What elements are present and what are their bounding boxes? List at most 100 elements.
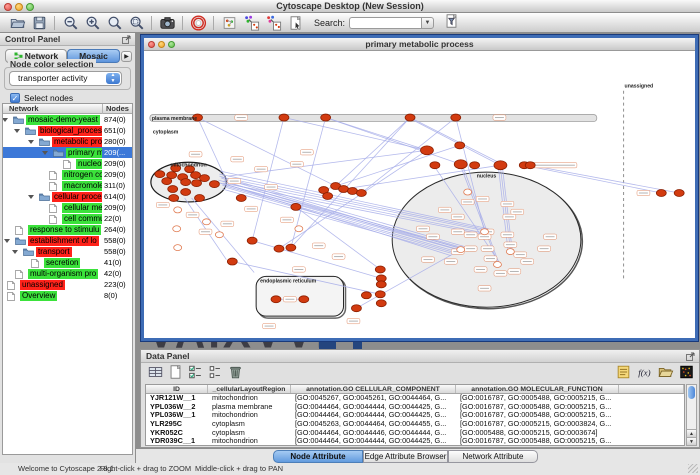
tree-row[interactable]: primary metabolic209(...	[3, 147, 132, 158]
network-node[interactable]	[200, 175, 210, 182]
network-node[interactable]	[279, 114, 289, 121]
network-window-titlebar[interactable]: primary metabolic process	[144, 38, 695, 51]
tree-row[interactable]: metabolic process280(0)	[3, 136, 132, 147]
network-node-open[interactable]	[203, 219, 211, 225]
network-node[interactable]	[169, 195, 179, 202]
annotation-icon[interactable]	[284, 14, 306, 32]
network-node[interactable]	[656, 190, 666, 197]
function-icon[interactable]: f(x)	[636, 364, 653, 380]
network-node[interactable]	[195, 195, 205, 202]
tab-node-attribute-browser[interactable]: Node Attribute Browser	[273, 450, 363, 463]
network-node[interactable]	[192, 180, 202, 187]
network-node[interactable]	[299, 296, 309, 303]
network-node[interactable]	[376, 300, 386, 307]
network-edge[interactable]	[228, 150, 427, 176]
network-edge[interactable]	[410, 118, 500, 164]
snapshot-icon[interactable]	[156, 14, 178, 32]
tree-row[interactable]: macromolecule311(0)	[3, 180, 132, 191]
window-zoom-button[interactable]	[26, 3, 34, 11]
scrollbar-thumb[interactable]	[688, 386, 695, 399]
search-dropdown-arrow[interactable]: ▼	[421, 17, 434, 29]
tree-row[interactable]: multi-organism pro42(0)	[3, 268, 132, 279]
network-node[interactable]	[356, 190, 366, 197]
tree-row[interactable]: cellular process614(0)	[3, 191, 132, 202]
network-node[interactable]	[348, 188, 358, 195]
network-node[interactable]	[323, 193, 333, 200]
scroll-down-button[interactable]: ▼	[687, 437, 696, 445]
checklist-icon[interactable]	[187, 364, 204, 380]
network-node[interactable]	[674, 190, 684, 197]
zoom-out-icon[interactable]	[59, 14, 81, 32]
column-header[interactable]: annotation.GO MOLECULAR_FUNCTION	[456, 385, 619, 393]
column-header[interactable]: _cellularLayoutRegion	[208, 385, 291, 393]
layout-red-icon[interactable]	[262, 14, 284, 32]
network-node-open[interactable]	[295, 226, 303, 232]
network-node[interactable]	[291, 203, 301, 210]
network-node[interactable]	[420, 146, 433, 155]
tree-header[interactable]: Network Nodes	[3, 104, 132, 114]
network-node[interactable]	[494, 161, 507, 170]
network-node[interactable]	[525, 162, 535, 169]
tree-row[interactable]: transport558(0)	[3, 246, 132, 257]
network-node[interactable]	[321, 114, 331, 121]
network-node[interactable]	[236, 195, 246, 202]
matrix-icon[interactable]	[678, 364, 695, 380]
tree-row[interactable]: secretion41(0)	[3, 257, 132, 268]
select-nodes-checkbox[interactable]: ✓	[10, 93, 20, 103]
expander-icon[interactable]	[2, 118, 8, 122]
network-node[interactable]	[209, 181, 219, 188]
region-plasma-membrane[interactable]	[150, 115, 597, 122]
layout-blue-icon[interactable]	[240, 14, 262, 32]
tree-row[interactable]: response to stimulu264(0)	[3, 224, 132, 235]
tree-row[interactable]: nucleobase-c209(0)	[3, 158, 132, 169]
expander-icon[interactable]	[14, 129, 20, 133]
network-node-open[interactable]	[481, 229, 489, 235]
network-node[interactable]	[286, 244, 296, 251]
open-folder-icon[interactable]	[6, 14, 28, 32]
checklist-small-icon[interactable]	[207, 364, 224, 380]
network-node-open[interactable]	[506, 249, 514, 255]
notes-icon[interactable]	[615, 364, 632, 380]
table-row[interactable]: YPL036W__1mitochondrion[GO:0044464, GO:0…	[146, 411, 684, 420]
network-node[interactable]	[274, 245, 284, 252]
new-page-icon[interactable]	[167, 364, 184, 380]
network-edge[interactable]	[408, 118, 496, 164]
trash-icon[interactable]	[227, 364, 244, 380]
network-node[interactable]	[405, 114, 415, 121]
network-node[interactable]	[162, 178, 172, 185]
network-node[interactable]	[455, 142, 465, 149]
save-icon[interactable]	[28, 14, 50, 32]
network-node[interactable]	[181, 179, 191, 186]
zoom-in-icon[interactable]	[81, 14, 103, 32]
table-row[interactable]: YDR039C__1mitochondrion[GO:0044464, GO:0…	[146, 437, 684, 446]
zoom-selected-icon[interactable]	[125, 14, 147, 32]
network-window-close-button[interactable]	[148, 41, 155, 48]
resize-grip[interactable]	[688, 464, 698, 473]
table-row[interactable]: YPL036W__2plasma membrane[GO:0044464, GO…	[146, 403, 684, 412]
folder-open-icon[interactable]	[657, 364, 674, 380]
network-node[interactable]	[454, 160, 467, 169]
help-icon[interactable]	[187, 14, 209, 32]
network-node[interactable]	[375, 291, 385, 298]
network-node[interactable]	[361, 292, 371, 299]
network-edge[interactable]	[185, 198, 227, 260]
network-edge[interactable]	[336, 118, 410, 187]
network-node[interactable]	[168, 186, 178, 193]
filter-page-icon[interactable]	[440, 12, 462, 30]
network-node[interactable]	[271, 296, 281, 303]
network-edge[interactable]	[326, 118, 461, 165]
scroll-up-button[interactable]: ▲	[687, 429, 696, 437]
table-grid-icon[interactable]	[147, 364, 164, 380]
tab-edge-attribute-browser[interactable]: Edge Attribute Browser	[363, 450, 448, 463]
network-node-open[interactable]	[464, 189, 472, 195]
tab-network-attribute-browser[interactable]: Network Attribute Browser	[448, 450, 538, 463]
network-node[interactable]	[376, 281, 386, 288]
column-header[interactable]: annotation.GO CELLULAR_COMPONENT	[291, 385, 456, 393]
expander-icon[interactable]	[28, 140, 34, 144]
network-node-open[interactable]	[173, 226, 181, 232]
network-node-open[interactable]	[174, 207, 182, 213]
column-header[interactable]	[619, 385, 684, 393]
tab-overflow-arrow[interactable]: ▶	[121, 51, 132, 62]
search-input[interactable]	[349, 17, 421, 29]
network-node[interactable]	[470, 162, 480, 169]
